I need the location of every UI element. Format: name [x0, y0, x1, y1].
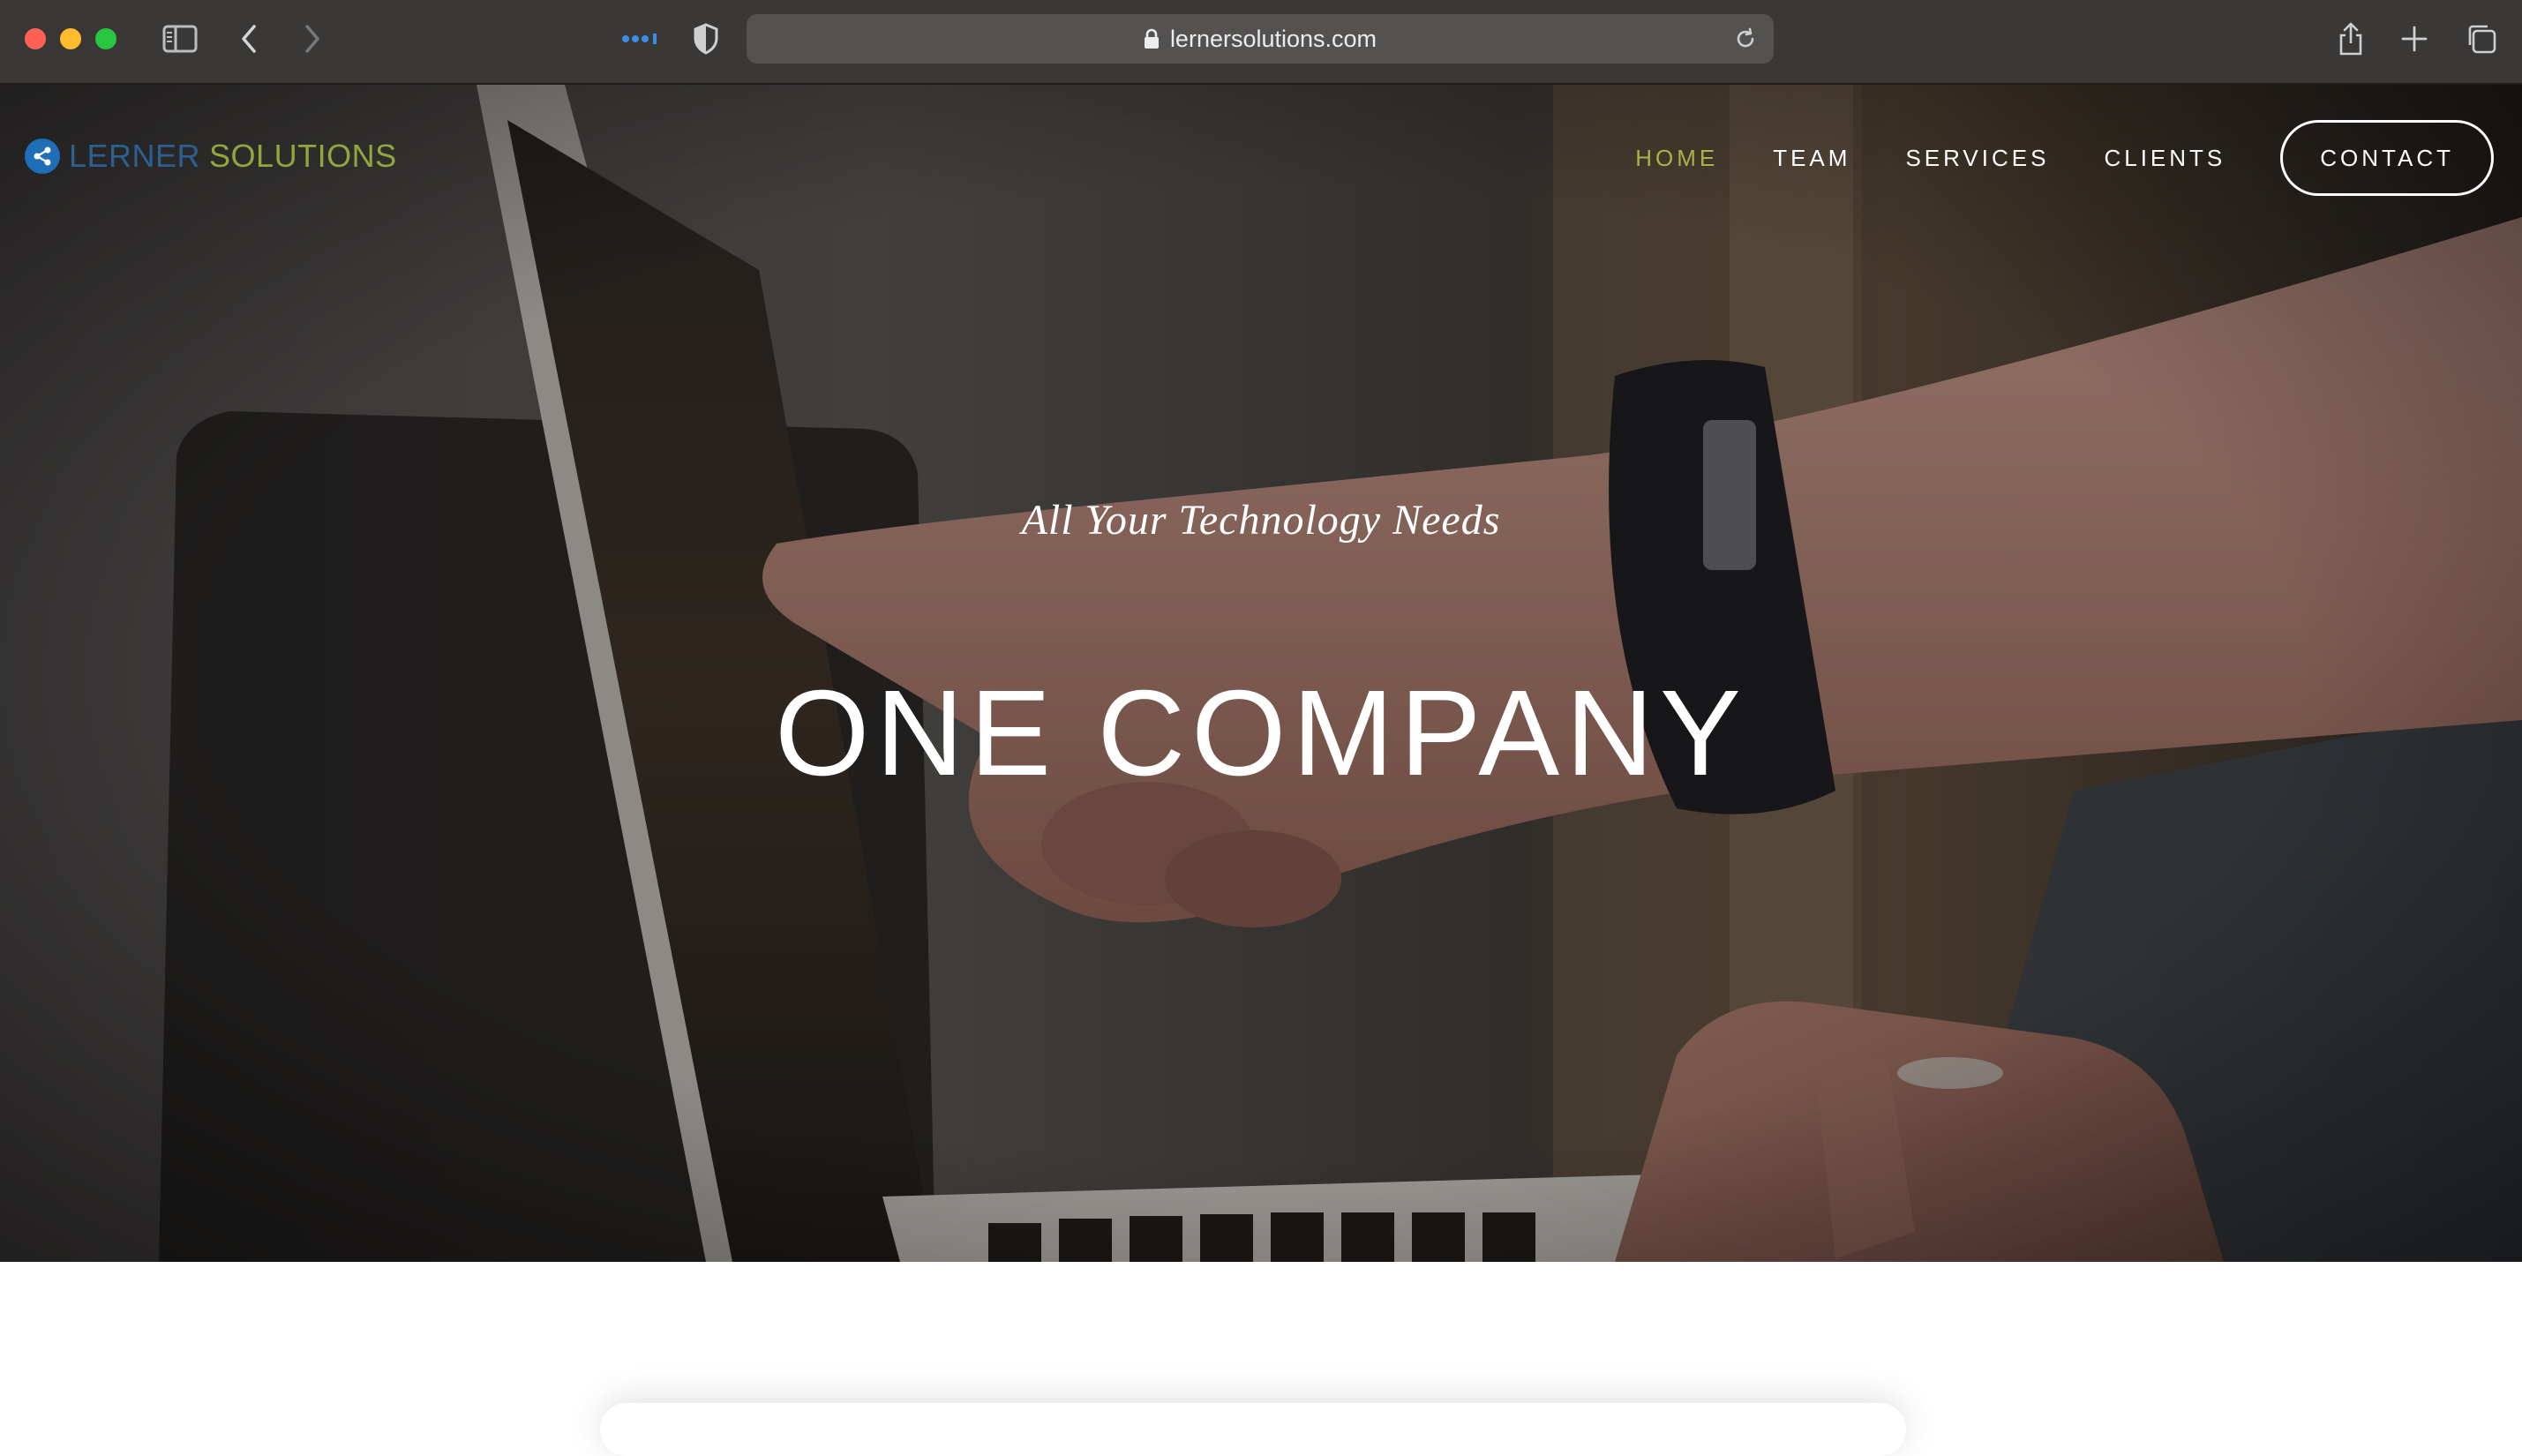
nav-services[interactable]: SERVICES	[1905, 145, 2049, 172]
close-window-button[interactable]	[25, 28, 46, 49]
plus-icon	[2401, 26, 2428, 52]
back-button[interactable]	[231, 19, 266, 58]
tracker-extension-button[interactable]	[619, 19, 662, 58]
share-button[interactable]	[2333, 19, 2368, 58]
hero-headline: ONE COMPANY	[775, 665, 1747, 801]
reload-icon	[1737, 27, 1754, 48]
hero-tagline: All Your Technology Needs	[1021, 497, 1501, 544]
share-icon	[2339, 22, 2362, 56]
reload-button[interactable]	[1730, 23, 1761, 55]
tab-overview-button[interactable]	[2462, 19, 2501, 58]
minimize-window-button[interactable]	[60, 28, 81, 49]
nav-team[interactable]: TEAM	[1773, 145, 1850, 172]
tabs-icon	[2468, 25, 2496, 54]
dots-icon	[622, 34, 657, 44]
sidebar-toggle-button[interactable]	[159, 19, 201, 58]
chevron-right-icon	[305, 25, 319, 53]
share-logo-icon	[25, 139, 60, 174]
logo-text-lerner: LERNER	[69, 138, 201, 174]
lock-icon	[1144, 28, 1159, 49]
privacy-report-button[interactable]	[688, 19, 724, 58]
address-bar[interactable]: lernersolutions.com	[747, 14, 1774, 64]
main-navigation: HOME TEAM SERVICES CLIENTS CONTACT	[1580, 120, 2494, 196]
site-logo[interactable]: LERNER SOLUTIONS	[25, 138, 397, 175]
chevron-left-icon	[242, 25, 256, 53]
new-tab-button[interactable]	[2397, 19, 2432, 58]
browser-toolbar: lernersolutions.com	[0, 0, 2522, 85]
hero-section: LERNER SOLUTIONS HOME TEAM SERVICES CLIE…	[0, 85, 2522, 1262]
url-text: lernersolutions.com	[1169, 25, 1377, 52]
maximize-window-button[interactable]	[95, 28, 116, 49]
nav-home[interactable]: HOME	[1635, 145, 1718, 172]
contact-button[interactable]: CONTACT	[2280, 120, 2494, 196]
forward-button[interactable]	[295, 19, 330, 58]
content-card-shadow	[600, 1403, 1906, 1456]
shield-icon	[694, 23, 718, 55]
logo-text-solutions: SOLUTIONS	[209, 138, 397, 174]
content-section	[0, 1262, 2522, 1430]
nav-clients[interactable]: CLIENTS	[2104, 145, 2226, 172]
sidebar-icon	[162, 25, 198, 53]
